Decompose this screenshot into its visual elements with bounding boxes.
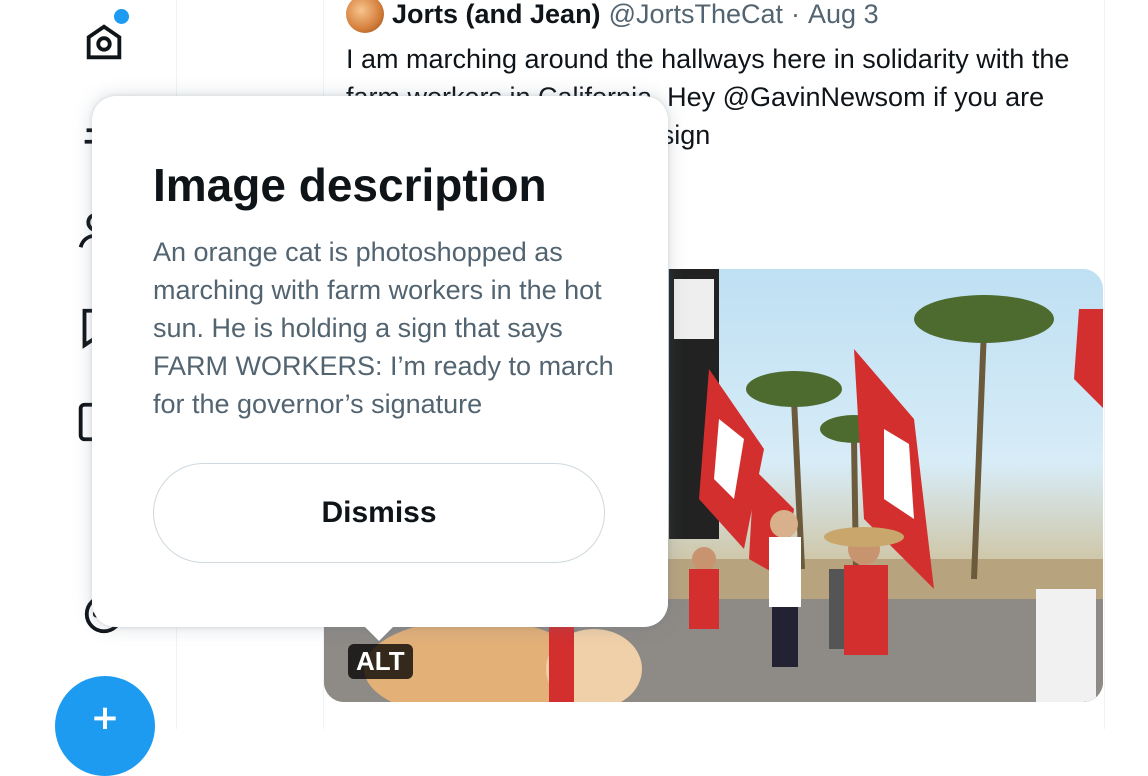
popover-title: Image description <box>153 159 547 211</box>
popover-description: An orange cat is photoshopped as marchin… <box>153 237 614 419</box>
tweet-header: Jorts (and Jean) @JortsTheCat · Aug 3 <box>346 0 879 33</box>
home-icon[interactable] <box>80 18 128 66</box>
author-name[interactable]: Jorts (and Jean) <box>392 0 601 30</box>
compose-plus-icon: + <box>90 698 120 738</box>
tweet-date[interactable]: Aug 3 <box>808 0 879 30</box>
author-handle[interactable]: @JortsTheCat <box>609 0 783 30</box>
notification-dot <box>113 8 130 25</box>
popover-caret <box>365 627 393 641</box>
alt-badge[interactable]: ALT <box>348 644 413 679</box>
image-description-popover: Image description An orange cat is photo… <box>92 96 668 627</box>
compose-tweet-button[interactable]: + <box>55 676 155 776</box>
dismiss-button[interactable]: Dismiss <box>153 463 605 563</box>
avatar[interactable] <box>346 0 384 33</box>
header-separator: · <box>791 0 801 29</box>
